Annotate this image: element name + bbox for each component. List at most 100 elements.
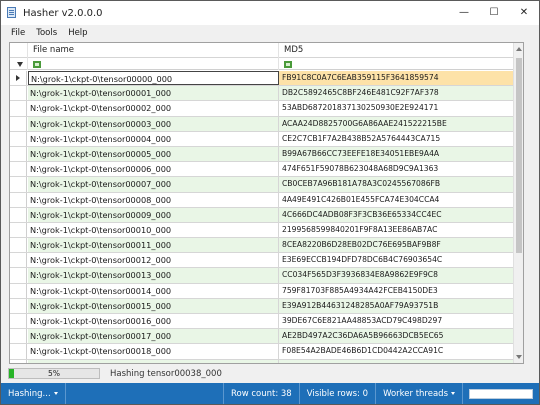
md5-cell[interactable]: A196DA496FDEA4604AB89E45778DDB5F bbox=[279, 359, 523, 363]
md5-cell[interactable]: 4C666DC4ADB08F3F3CB36E65334CC4EC bbox=[279, 207, 523, 222]
row-selector[interactable] bbox=[10, 268, 27, 283]
row-selector[interactable] bbox=[10, 283, 27, 298]
row-selector[interactable] bbox=[10, 71, 27, 86]
file-name-cell[interactable]: N:\grok-1\ckpt-0\tensor00002_000 bbox=[28, 101, 279, 116]
table-row[interactable]: N:\grok-1\ckpt-0\tensor00000_000 FB91C8C0… bbox=[10, 71, 523, 87]
table-row[interactable]: N:\grok-1\ckpt-0\tensor00006_000 474F651F… bbox=[10, 162, 523, 178]
file-name-cell[interactable]: N:\grok-1\ckpt-0\tensor00007_000 bbox=[28, 177, 279, 192]
row-selector[interactable] bbox=[10, 344, 27, 359]
file-name-cell[interactable]: N:\grok-1\ckpt-0\tensor00011_000 bbox=[28, 238, 279, 253]
md5-cell[interactable]: FB91C8C0A7C6EAB359115F3641859574 bbox=[279, 71, 523, 86]
row-selector[interactable] bbox=[10, 192, 27, 207]
md5-cell[interactable]: CB0CEB7A96B181A78A3C0245567086FB bbox=[279, 177, 523, 192]
file-name-cell[interactable]: N:\grok-1\ckpt-0\tensor00009_000 bbox=[28, 207, 279, 222]
md5-cell[interactable]: 39DE67C6E821AA48853ACD79C498D297 bbox=[279, 314, 523, 329]
row-selector[interactable] bbox=[10, 101, 27, 116]
table-row[interactable]: N:\grok-1\ckpt-0\tensor00001_000 DB2C5892… bbox=[10, 86, 523, 102]
md5-cell[interactable]: 2199568599840201F9F8A13EE86AB7AC bbox=[279, 222, 523, 238]
md5-cell[interactable]: DB2C5892465C8BF246E481C92F7AF378 bbox=[279, 86, 523, 101]
file-name-cell[interactable]: N:\grok-1\ckpt-0\tensor00006_000 bbox=[28, 162, 279, 177]
md5-cell[interactable]: CC034F565D3F3936834E8A9862E9F9C8 bbox=[279, 268, 523, 283]
filter-condition-icon[interactable] bbox=[31, 60, 43, 68]
file-name-cell[interactable]: N:\grok-1\ckpt-0\tensor00015_000 bbox=[28, 298, 279, 313]
table-row[interactable]: N:\grok-1\ckpt-0\tensor00008_000 4A49E491… bbox=[10, 192, 523, 208]
table-row[interactable]: N:\grok-1\ckpt-0\tensor00010_000 21995685… bbox=[10, 222, 523, 239]
table-row[interactable]: N:\grok-1\ckpt-0\tensor00012_000 E3E69ECC… bbox=[10, 253, 523, 269]
file-name-cell[interactable]: N:\grok-1\ckpt-0\tensor00018_000 bbox=[28, 344, 279, 359]
md5-filter[interactable] bbox=[279, 58, 515, 70]
md5-cell[interactable]: E3E69ECCB194DFD78DC6B4C76903654C bbox=[279, 253, 523, 268]
close-button[interactable]: ✕ bbox=[509, 1, 539, 23]
table-row[interactable]: N:\grok-1\ckpt-0\tensor00003_000 ACAA24D8… bbox=[10, 116, 523, 132]
md5-cell[interactable]: CE2C7CB1F7A2B438B52A5764443CA715 bbox=[279, 131, 523, 146]
worker-threads-dropdown[interactable]: Worker threads bbox=[376, 383, 463, 404]
row-selector[interactable] bbox=[10, 314, 27, 329]
md5-cell[interactable]: E39A912B44631248285A0AF79A93751B bbox=[279, 298, 523, 313]
menu-help[interactable]: Help bbox=[63, 28, 93, 38]
maximize-button[interactable]: ☐ bbox=[479, 1, 509, 23]
md5-cell[interactable]: F08E54A2BADE46B6D1CD0442A2CCA91C bbox=[279, 344, 523, 359]
row-selector[interactable] bbox=[10, 162, 27, 177]
menu-file[interactable]: File bbox=[6, 28, 31, 38]
file-name-cell[interactable]: N:\grok-1\ckpt-0\tensor00012_000 bbox=[28, 253, 279, 268]
md5-cell[interactable]: B99A67B66CC73EEFE18E34051EBE9A4A bbox=[279, 146, 523, 162]
file-name-filter[interactable] bbox=[28, 58, 279, 70]
md5-cell[interactable]: 759F81703F885A4934A42FCEB4150DE3 bbox=[279, 283, 523, 298]
row-selector[interactable] bbox=[10, 131, 27, 146]
table-row[interactable]: N:\grok-1\ckpt-0\tensor00016_000 39DE67C6… bbox=[10, 314, 523, 330]
menu-tools[interactable]: Tools bbox=[31, 28, 63, 38]
table-row[interactable]: N:\grok-1\ckpt-0\tensor00004_000 CE2C7CB1… bbox=[10, 131, 523, 147]
md5-cell[interactable]: AE2BD497A2C36DA6A5B96663DCB5EC65 bbox=[279, 329, 523, 344]
table-row[interactable]: N:\grok-1\ckpt-0\tensor00011_000 8CEA8220… bbox=[10, 238, 523, 254]
column-header-md5[interactable]: MD5 bbox=[279, 43, 515, 58]
file-name-cell[interactable]: N:\grok-1\ckpt-0\tensor00008_000 bbox=[28, 192, 279, 207]
row-selector[interactable] bbox=[10, 177, 27, 192]
table-row[interactable]: N:\grok-1\ckpt-0\tensor00002_000 53ABD687… bbox=[10, 101, 523, 117]
file-name-cell[interactable]: N:\grok-1\ckpt-0\tensor00005_000 bbox=[28, 146, 279, 162]
file-name-cell[interactable]: N:\grok-1\ckpt-0\tensor00000_000 bbox=[28, 71, 279, 86]
vertical-scrollbar[interactable] bbox=[513, 43, 523, 363]
md5-cell[interactable]: 53ABD687201837130250930E2E924171 bbox=[279, 101, 523, 116]
file-name-cell[interactable]: N:\grok-1\ckpt-0\tensor00010_000 bbox=[28, 222, 279, 238]
table-row[interactable]: N:\grok-1\ckpt-0\tensor00013_000 CC034F56… bbox=[10, 268, 523, 284]
file-name-cell[interactable]: N:\grok-1\ckpt-0\tensor00014_000 bbox=[28, 283, 279, 298]
md5-cell[interactable]: 474F651F59078B623048A68D9C9A1363 bbox=[279, 162, 523, 177]
row-selector[interactable] bbox=[10, 146, 27, 162]
table-row[interactable]: N:\grok-1\ckpt-0\tensor00007_000 CB0CEB7A… bbox=[10, 177, 523, 193]
file-name-cell[interactable]: N:\grok-1\ckpt-0\tensor00019_000 bbox=[28, 359, 279, 363]
row-selector[interactable] bbox=[10, 207, 27, 222]
row-selector[interactable] bbox=[10, 86, 27, 101]
scroll-up-icon[interactable] bbox=[516, 47, 522, 51]
md5-cell[interactable]: 8CEA8220B6D28EB02DC76E695BAF9B8F bbox=[279, 238, 523, 253]
row-selector[interactable] bbox=[10, 359, 27, 363]
table-row[interactable]: N:\grok-1\ckpt-0\tensor00017_000 AE2BD497… bbox=[10, 329, 523, 345]
filter-condition-icon[interactable] bbox=[282, 60, 294, 68]
row-selector[interactable] bbox=[10, 298, 27, 313]
file-name-cell[interactable]: N:\grok-1\ckpt-0\tensor00013_000 bbox=[28, 268, 279, 283]
scroll-thumb[interactable] bbox=[516, 58, 522, 253]
minimize-button[interactable]: — bbox=[449, 1, 479, 23]
table-row[interactable]: N:\grok-1\ckpt-0\tensor00005_000 B99A67B6… bbox=[10, 146, 523, 163]
table-row[interactable]: N:\grok-1\ckpt-0\tensor00015_000 E39A912B… bbox=[10, 298, 523, 314]
table-row[interactable]: N:\grok-1\ckpt-0\tensor00009_000 4C666DC4… bbox=[10, 207, 523, 223]
md5-cell[interactable]: 4A49E491C426B01E455FCA74E304CCA4 bbox=[279, 192, 523, 207]
row-count: Row count: 38 bbox=[222, 383, 300, 404]
hash-grid: File name MD5 N:\grok-1\ckpt-0\tensor000… bbox=[9, 42, 524, 364]
file-name-cell[interactable]: N:\grok-1\ckpt-0\tensor00001_000 bbox=[28, 86, 279, 101]
row-selector[interactable] bbox=[10, 329, 27, 344]
row-selector[interactable] bbox=[10, 116, 27, 131]
row-selector[interactable] bbox=[10, 222, 27, 238]
scroll-down-icon[interactable] bbox=[516, 355, 522, 359]
column-header-file-name[interactable]: File name bbox=[28, 43, 279, 58]
file-name-cell[interactable]: N:\grok-1\ckpt-0\tensor00017_000 bbox=[28, 329, 279, 344]
hashing-state-dropdown[interactable]: Hashing... bbox=[1, 383, 66, 404]
row-selector[interactable] bbox=[10, 253, 27, 268]
table-row[interactable]: N:\grok-1\ckpt-0\tensor00018_000 F08E54A2… bbox=[10, 344, 523, 360]
file-name-cell[interactable]: N:\grok-1\ckpt-0\tensor00004_000 bbox=[28, 131, 279, 146]
row-selector[interactable] bbox=[10, 238, 27, 253]
file-name-cell[interactable]: N:\grok-1\ckpt-0\tensor00016_000 bbox=[28, 314, 279, 329]
md5-cell[interactable]: ACAA24D8825700G6A86AAE241522215BE bbox=[279, 116, 523, 131]
table-row[interactable]: N:\grok-1\ckpt-0\tensor00019_000A196DA49… bbox=[10, 359, 523, 363]
table-row[interactable]: N:\grok-1\ckpt-0\tensor00014_000 759F8170… bbox=[10, 283, 523, 299]
file-name-cell[interactable]: N:\grok-1\ckpt-0\tensor00003_000 bbox=[28, 116, 279, 131]
